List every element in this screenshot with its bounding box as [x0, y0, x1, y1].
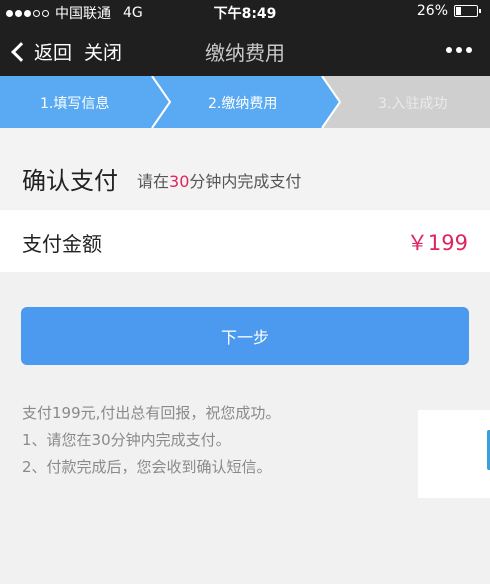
payment-notes: 支付199元,付出总有回报，祝您成功。 1、请您在30分钟内完成支付。 2、付款…: [22, 400, 280, 481]
overlay-patch: [418, 410, 490, 498]
signal-icon: [6, 9, 49, 17]
back-button[interactable]: 返回: [11, 38, 73, 65]
confirm-sub-suffix: 分钟内完成支付: [189, 172, 302, 191]
network-label: 4G: [123, 5, 143, 21]
progress-steps: 1.填写信息 2.缴纳费用 3.入驻成功: [0, 76, 490, 128]
battery-icon: [454, 5, 481, 17]
payment-amount-label: 支付金额: [22, 232, 102, 256]
carrier-label: 中国联通: [55, 6, 111, 22]
confirm-title: 确认支付: [22, 167, 118, 195]
step-1-label: 1.填写信息: [40, 96, 110, 112]
note-line: 1、请您在30分钟内完成支付。: [22, 431, 231, 449]
battery-percent: 26%: [416, 3, 448, 19]
page-title: 缴纳费用: [205, 41, 285, 65]
step-2-label: 2.缴纳费用: [208, 96, 278, 112]
note-line: 支付199元,付出总有回报，祝您成功。: [22, 404, 281, 422]
nav-bar: 返回 关闭 缴纳费用: [0, 24, 490, 76]
confirm-sub-prefix: 请在: [137, 172, 170, 191]
chevron-left-icon: [11, 41, 31, 62]
next-button[interactable]: 下一步: [21, 307, 469, 365]
status-bar: 中国联通 4G 下午8:49 26%: [0, 0, 490, 24]
payment-amount-row: 支付金额 ￥199: [0, 210, 490, 272]
step-3-label: 3.入驻成功: [378, 96, 448, 112]
confirm-section: 确认支付 请在30分钟内完成支付: [0, 128, 490, 208]
status-right: 26%: [416, 3, 481, 19]
payment-amount-value: ￥199: [406, 231, 468, 255]
note-line: 2、付款完成后，您会收到确认短信。: [22, 458, 272, 476]
confirm-subtitle: 请在30分钟内完成支付: [137, 168, 301, 192]
close-button[interactable]: 关闭: [84, 38, 122, 65]
confirm-time-limit: 30: [169, 172, 190, 191]
more-icon[interactable]: [446, 47, 472, 53]
status-left: 中国联通 4G: [6, 3, 143, 23]
back-label: 返回: [34, 42, 73, 64]
